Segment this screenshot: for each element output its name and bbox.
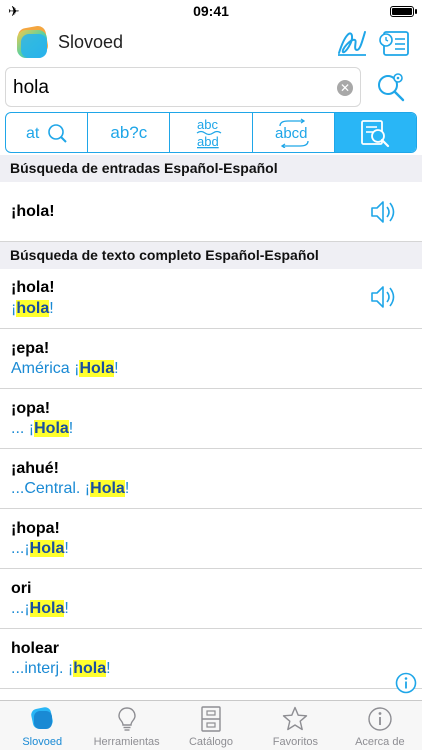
section-header-full-text: Búsqueda de texto completo Español-Españ… xyxy=(0,242,422,269)
anagram-search-icon: abcd xyxy=(275,117,309,148)
tab-herramientas[interactable]: Herramientas xyxy=(84,701,168,750)
search-highlight: Hola xyxy=(34,420,69,437)
entry-headword: holear xyxy=(11,640,60,657)
entry-snippet: ...Central. ¡Hola! xyxy=(11,480,130,497)
list-item[interactable]: ori ...¡Hola! xyxy=(0,569,422,629)
entry-headword: ori xyxy=(11,580,32,597)
section-header-entries: Búsqueda de entradas Español-Español xyxy=(0,155,422,182)
search-highlight: hola xyxy=(73,660,107,677)
list-item[interactable]: ¡hopa! ...¡Hola! xyxy=(0,509,422,569)
search-highlight: hola xyxy=(16,300,50,317)
mode-anagram-search[interactable]: abcd xyxy=(253,113,335,152)
list-item[interactable]: ¡hola! ¡hola! xyxy=(0,269,422,329)
mode-wildcard-search[interactable]: ab?c xyxy=(88,113,171,152)
search-input[interactable] xyxy=(13,74,323,102)
tab-label: Catálogo xyxy=(188,736,234,748)
tab-acerca-de[interactable]: Acerca de xyxy=(338,701,422,750)
search-mode-bar: at ab?c abc abd abcd xyxy=(5,112,417,153)
slovoed-logo-icon xyxy=(31,707,53,729)
slovoed-logo-icon xyxy=(17,26,48,58)
svg-text:at: at xyxy=(26,125,40,142)
tab-catalogo[interactable]: Catálogo xyxy=(169,701,253,750)
search-box: ✕ xyxy=(5,67,361,107)
mode-full-text-search[interactable] xyxy=(334,113,416,152)
spelling-search-icon: at xyxy=(26,123,67,143)
status-time: 09:41 xyxy=(193,3,229,19)
full-text-search-icon xyxy=(361,119,390,147)
info-icon xyxy=(368,707,392,731)
list-item[interactable]: ¡ahué! ...Central. ¡Hola! xyxy=(0,449,422,509)
star-icon xyxy=(283,706,308,731)
mode-spelling-search[interactable]: at xyxy=(6,113,89,152)
entry-snippet: ...¡Hola! xyxy=(11,540,69,557)
search-highlight: Hola xyxy=(79,360,115,377)
wildcard-search-label: ab?c xyxy=(110,122,148,142)
entry-headword: ¡hola! xyxy=(11,279,55,296)
svg-text:abc: abc xyxy=(197,117,218,132)
entry-headword: ¡opa! xyxy=(11,400,51,417)
svg-text:abcd: abcd xyxy=(275,125,308,142)
status-bar: ✈ 09:41 xyxy=(0,0,422,22)
tab-favoritos[interactable]: Favoritos xyxy=(253,701,337,750)
tab-label: Slovoed xyxy=(22,736,63,748)
tab-label: Favoritos xyxy=(272,736,319,748)
entry-snippet: ¡hola! xyxy=(11,300,54,317)
entry-headword: ¡hopa! xyxy=(11,520,60,537)
speaker-icon[interactable] xyxy=(367,282,397,312)
entry-snippet: ...¡Hola! xyxy=(11,600,69,617)
entry-snippet: ... ¡Hola! xyxy=(11,420,74,437)
entry-headword: ¡epa! xyxy=(11,340,50,357)
cabinet-icon xyxy=(201,706,221,732)
entry-snippet: América ¡Hola! xyxy=(11,360,119,377)
app-title: Slovoed xyxy=(58,32,124,52)
history-icon[interactable] xyxy=(378,28,412,58)
tab-slovoed[interactable]: Slovoed xyxy=(0,701,84,750)
search-highlight: Hola xyxy=(29,540,65,557)
search-settings-icon[interactable] xyxy=(374,70,408,104)
tab-bar: Slovoed Herramientas Catálogo Favoritos … xyxy=(0,700,422,750)
fuzzy-search-icon: abc abd xyxy=(196,117,222,149)
tab-label: Acerca de xyxy=(355,736,405,748)
entry-headword: ¡hola! xyxy=(11,203,55,220)
battery-icon xyxy=(390,6,417,17)
search-highlight: Hola xyxy=(90,480,125,497)
clear-icon[interactable]: ✕ xyxy=(337,80,353,96)
svg-text:abd: abd xyxy=(197,134,219,149)
app-header: Slovoed xyxy=(0,22,422,64)
handwriting-icon[interactable] xyxy=(335,28,369,58)
list-item[interactable]: ¡hola! xyxy=(0,182,422,242)
search-highlight: Hola xyxy=(29,600,65,617)
list-item[interactable]: holear ...interj. ¡hola! xyxy=(0,629,422,689)
speaker-icon[interactable] xyxy=(367,197,397,227)
list-item[interactable]: ¡opa! ... ¡Hola! xyxy=(0,389,422,449)
entry-snippet: ...interj. ¡hola! xyxy=(11,660,111,677)
entry-headword: ¡ahué! xyxy=(11,460,59,477)
tab-label: Herramientas xyxy=(93,736,160,748)
list-item[interactable]: ¡epa! América ¡Hola! xyxy=(0,329,422,389)
entry-info-icon[interactable] xyxy=(395,672,417,694)
mode-fuzzy-search[interactable]: abc abd xyxy=(170,113,253,152)
lightbulb-icon xyxy=(117,707,136,731)
